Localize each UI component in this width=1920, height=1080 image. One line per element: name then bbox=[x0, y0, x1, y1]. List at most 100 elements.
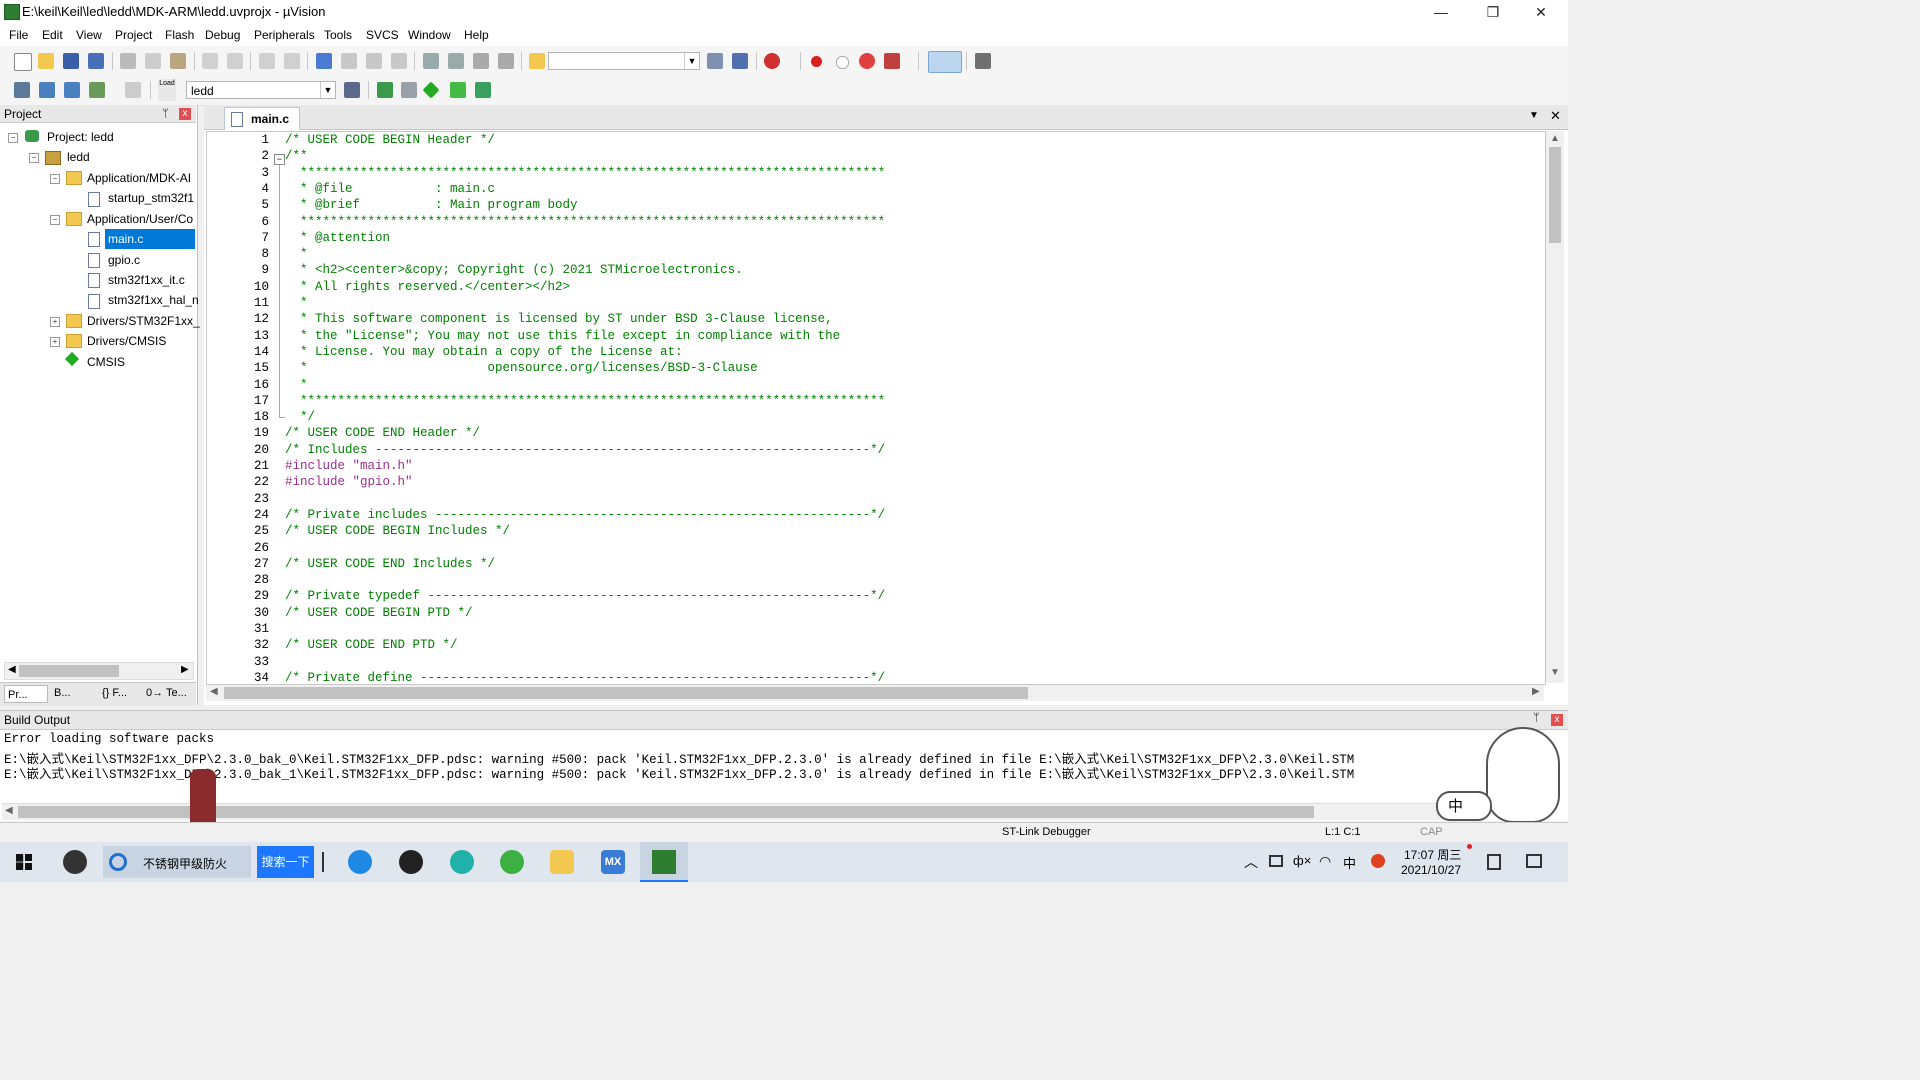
tab-books[interactable]: B... bbox=[54, 687, 71, 699]
qq-icon[interactable] bbox=[399, 850, 423, 874]
nav-forward-icon[interactable] bbox=[284, 53, 300, 69]
tree-item-group-user[interactable]: Application/User/Co bbox=[87, 209, 193, 229]
volume-icon[interactable]: ф× bbox=[1293, 853, 1311, 868]
save-icon[interactable] bbox=[63, 53, 79, 69]
file-explorer-icon[interactable] bbox=[550, 850, 574, 874]
ime-indicator[interactable]: 中 bbox=[1343, 853, 1356, 872]
scroll-left-icon[interactable]: ◀ bbox=[210, 686, 218, 697]
scroll-up-icon[interactable]: ▲ bbox=[1550, 133, 1560, 144]
target-select[interactable]: ledd ▼ bbox=[186, 81, 336, 99]
notes-icon[interactable] bbox=[1487, 854, 1501, 870]
redo-icon[interactable] bbox=[227, 53, 243, 69]
tab-functions[interactable]: {} F... bbox=[102, 687, 127, 699]
debug-session-icon[interactable] bbox=[764, 53, 780, 69]
batch-build-icon[interactable] bbox=[89, 82, 105, 98]
target-options-icon[interactable] bbox=[344, 82, 360, 98]
tab-project[interactable]: Pr... bbox=[4, 685, 48, 703]
close-window-button[interactable]: ✕ bbox=[1518, 0, 1564, 24]
close-icon[interactable]: x bbox=[179, 108, 191, 120]
menu-project[interactable]: Project bbox=[115, 28, 152, 42]
incremental-find-icon[interactable] bbox=[732, 53, 748, 69]
menu-flash[interactable]: Flash bbox=[165, 28, 194, 42]
menu-tools[interactable]: Tools bbox=[324, 28, 352, 42]
maximize-button[interactable]: ❐ bbox=[1470, 0, 1516, 24]
load-button[interactable]: Load bbox=[158, 79, 176, 101]
tree-item-project[interactable]: Project: ledd bbox=[47, 127, 114, 147]
collapse-icon[interactable]: − bbox=[29, 153, 39, 163]
unindent-icon[interactable] bbox=[448, 53, 464, 69]
disable-breakpoint-icon[interactable] bbox=[836, 56, 849, 69]
tree-item-hal-msp[interactable]: stm32f1xx_hal_n bbox=[108, 290, 199, 310]
undo-icon[interactable] bbox=[202, 53, 218, 69]
tab-main-c[interactable]: main.c bbox=[224, 107, 300, 130]
scroll-thumb[interactable] bbox=[19, 665, 119, 677]
rebuild-icon[interactable] bbox=[64, 82, 80, 98]
manage-project-items-icon[interactable] bbox=[377, 82, 393, 98]
app-icon[interactable] bbox=[63, 850, 87, 874]
fold-collapse-icon[interactable]: − bbox=[274, 154, 285, 165]
collapse-icon[interactable]: − bbox=[50, 174, 60, 184]
open-file-icon[interactable] bbox=[38, 53, 54, 69]
project-hscrollbar[interactable]: ◀ ▶ bbox=[4, 662, 194, 680]
editor-hscrollbar[interactable]: ◀ ▶ bbox=[206, 685, 1544, 701]
ie-browser-icon[interactable] bbox=[348, 850, 372, 874]
expand-icon[interactable]: + bbox=[50, 317, 60, 327]
find-combo[interactable]: ▼ bbox=[548, 52, 700, 70]
uncomment-icon[interactable] bbox=[498, 53, 514, 69]
prev-bookmark-icon[interactable] bbox=[341, 53, 357, 69]
chevron-down-icon[interactable]: ▼ bbox=[684, 53, 699, 69]
breakpoint-icon[interactable] bbox=[811, 56, 822, 67]
clear-bookmarks-icon[interactable] bbox=[391, 53, 407, 69]
nav-back-icon[interactable] bbox=[259, 53, 275, 69]
chevron-down-icon[interactable]: ▼ bbox=[320, 82, 335, 98]
menu-help[interactable]: Help bbox=[464, 28, 489, 42]
comment-icon[interactable] bbox=[473, 53, 489, 69]
paste-icon[interactable] bbox=[170, 53, 186, 69]
tab-templates[interactable]: 0→ Te... bbox=[146, 687, 187, 699]
scroll-left-icon[interactable]: ◀ bbox=[5, 805, 13, 816]
scroll-thumb[interactable] bbox=[1549, 147, 1561, 243]
menu-peripherals[interactable]: Peripherals bbox=[254, 28, 315, 42]
browser-taskbar-item[interactable]: 不锈钢甲级防火 bbox=[103, 846, 251, 878]
scroll-left-icon[interactable]: ◀ bbox=[8, 664, 16, 675]
indent-icon[interactable] bbox=[423, 53, 439, 69]
editor-vscrollbar[interactable]: ▲ ▼ bbox=[1546, 131, 1564, 683]
scroll-right-icon[interactable]: ▶ bbox=[181, 664, 189, 675]
next-bookmark-icon[interactable] bbox=[366, 53, 382, 69]
menu-edit[interactable]: Edit bbox=[42, 28, 63, 42]
translate-icon[interactable] bbox=[14, 82, 30, 98]
pin-icon[interactable]: ᛘ bbox=[162, 105, 169, 123]
chevron-up-icon[interactable]: ︿ bbox=[1244, 852, 1258, 872]
new-file-icon[interactable] bbox=[14, 53, 32, 71]
stop-build-icon[interactable] bbox=[125, 82, 141, 98]
tree-item-gpio-c[interactable]: gpio.c bbox=[108, 250, 140, 270]
edge-icon[interactable] bbox=[500, 850, 524, 874]
tree-item-group-mdk[interactable]: Application/MDK-AI bbox=[87, 168, 191, 188]
tree-item-it-c[interactable]: stm32f1xx_it.c bbox=[108, 270, 185, 290]
stm32cubemx-icon[interactable]: MX bbox=[601, 850, 625, 874]
clock-date[interactable]: 2021/10/27 bbox=[1401, 863, 1461, 877]
copy-icon[interactable] bbox=[145, 53, 161, 69]
app-circle-icon[interactable] bbox=[450, 850, 474, 874]
tree-item-cmsis[interactable]: CMSIS bbox=[87, 352, 125, 372]
bookmark-icon[interactable] bbox=[316, 53, 332, 69]
breakpoints-dropdown-icon[interactable] bbox=[884, 53, 900, 69]
window-layout-icon[interactable] bbox=[928, 51, 962, 73]
tree-item-main-c[interactable]: main.c bbox=[105, 229, 195, 249]
sogou-icon[interactable] bbox=[1371, 854, 1385, 868]
menu-window[interactable]: Window bbox=[408, 28, 451, 42]
tree-item-target[interactable]: ledd bbox=[67, 147, 90, 167]
find-in-files-icon[interactable] bbox=[529, 53, 545, 69]
scroll-down-icon[interactable]: ▼ bbox=[1550, 667, 1560, 678]
manage-components-icon[interactable] bbox=[450, 82, 466, 98]
collapse-icon[interactable]: − bbox=[8, 133, 18, 143]
menu-debug[interactable]: Debug bbox=[205, 28, 240, 42]
scroll-thumb[interactable] bbox=[224, 687, 1028, 699]
menu-svcs[interactable]: SVCS bbox=[366, 28, 399, 42]
code-editor[interactable]: 1 2 3 4 5 6 7 8 9 10 11 12 13 14 15 16 17 18 19 20 21 22 23 24 2… bbox=[206, 131, 1546, 685]
pin-icon[interactable]: ᛘ bbox=[1533, 712, 1540, 724]
configure-icon[interactable] bbox=[975, 53, 991, 69]
scroll-right-icon[interactable]: ▶ bbox=[1532, 686, 1540, 697]
cut-icon[interactable] bbox=[120, 53, 136, 69]
tree-item-startup[interactable]: startup_stm32f1 bbox=[108, 188, 194, 208]
